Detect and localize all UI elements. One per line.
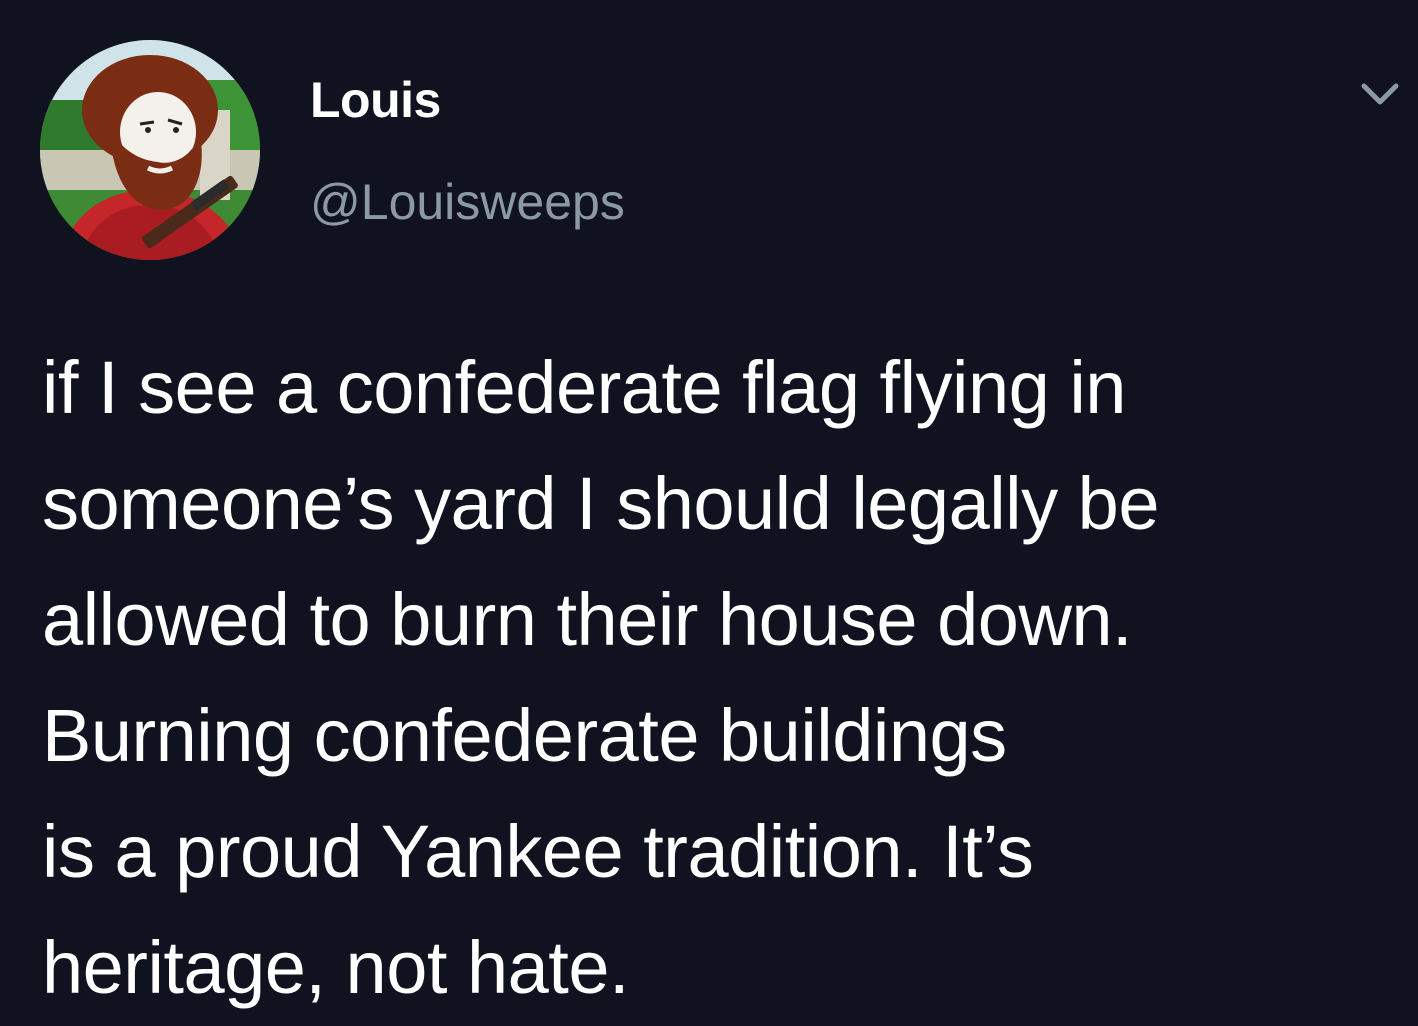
tweet-text-line: someone’s yard I should legally be	[42, 462, 1160, 545]
tweet-text-line: Burning confederate buildings	[42, 694, 1007, 777]
tweet-text-line: heritage, not hate.	[42, 926, 630, 1009]
tweet-text-line: if I see a confederate flag flying in	[42, 346, 1126, 429]
tweet: Louis @Louisweeps if I see a confederate…	[0, 0, 1418, 1011]
tweet-text-line: is a proud Yankee tradition. It’s	[42, 810, 1034, 893]
avatar[interactable]	[40, 40, 260, 260]
author-handle[interactable]: @Louisweeps	[310, 172, 625, 232]
tweet-text-line: allowed to burn their house down.	[42, 578, 1133, 661]
tweet-text: if I see a confederate flag flying in so…	[42, 330, 1402, 1026]
chevron-down-icon[interactable]	[1358, 78, 1402, 114]
bearded-man-avatar-icon	[40, 40, 260, 260]
author-display-name[interactable]: Louis	[310, 70, 441, 130]
